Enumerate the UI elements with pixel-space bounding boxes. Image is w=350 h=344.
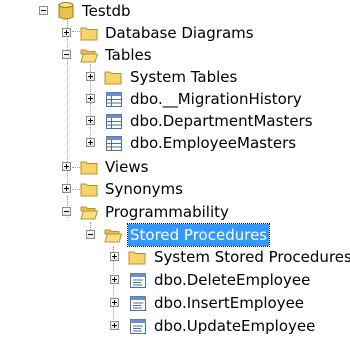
- tree-node-stored-procedure[interactable]: dbo.DeleteEmployee: [0, 269, 350, 291]
- tree-node-label: Database Diagrams: [105, 24, 254, 42]
- tree-node-system-tables[interactable]: System Tables: [0, 66, 350, 88]
- collapse-toggle[interactable]: [39, 6, 48, 15]
- stored-procedure-icon: [130, 295, 146, 317]
- tree-node-label: dbo.__MigrationHistory: [130, 90, 302, 108]
- tree-node-label: Testdb: [82, 2, 131, 20]
- table-icon: [106, 135, 122, 157]
- tree-node-synonyms[interactable]: Synonyms: [0, 178, 350, 200]
- collapse-toggle[interactable]: [62, 50, 71, 59]
- tree-node-table[interactable]: dbo.__MigrationHistory: [0, 88, 350, 110]
- tree-node-label: Views: [105, 158, 149, 176]
- object-explorer-tree: Testdb Database Diagrams Tables System T…: [0, 0, 350, 344]
- tree-node-tables[interactable]: Tables: [0, 44, 350, 66]
- expand-toggle[interactable]: [86, 138, 95, 147]
- tree-node-label: dbo.DepartmentMasters: [130, 112, 313, 130]
- expand-toggle[interactable]: [62, 184, 71, 193]
- expand-toggle[interactable]: [62, 162, 71, 171]
- folder-icon: [128, 249, 146, 271]
- collapse-toggle[interactable]: [86, 230, 95, 239]
- tree-node-stored-procedure[interactable]: dbo.UpdateEmployee: [0, 315, 350, 337]
- tree-node-system-stored-procedures[interactable]: System Stored Procedures: [0, 246, 350, 268]
- tree-node-table[interactable]: dbo.EmployeeMasters: [0, 132, 350, 154]
- tree-node-programmability[interactable]: Programmability: [0, 201, 350, 223]
- stored-procedure-icon: [130, 318, 146, 340]
- tree-node-label-selected: Stored Procedures: [126, 223, 271, 247]
- collapse-toggle[interactable]: [62, 207, 71, 216]
- expand-toggle[interactable]: [86, 116, 95, 125]
- tree-node-table[interactable]: dbo.DepartmentMasters: [0, 110, 350, 132]
- tree-node-label: dbo.InsertEmployee: [154, 294, 305, 312]
- expand-toggle[interactable]: [62, 28, 71, 37]
- folder-icon: [80, 181, 98, 203]
- folder-open-icon: [80, 204, 99, 226]
- tree-node-label: dbo.EmployeeMasters: [130, 134, 297, 152]
- tree-node-label: dbo.DeleteEmployee: [154, 271, 311, 289]
- tree-node-label: System Tables: [130, 68, 238, 86]
- tree-node-testdb[interactable]: Testdb: [0, 0, 350, 22]
- tree-node-database-diagrams[interactable]: Database Diagrams: [0, 22, 350, 44]
- expand-toggle[interactable]: [86, 72, 95, 81]
- tree-node-label: System Stored Procedures: [154, 248, 350, 266]
- tree-node-label: Tables: [105, 46, 152, 64]
- expand-toggle[interactable]: [110, 298, 119, 307]
- expand-toggle[interactable]: [110, 252, 119, 261]
- expand-toggle[interactable]: [86, 94, 95, 103]
- tree-node-stored-procedure[interactable]: dbo.InsertEmployee: [0, 292, 350, 314]
- expand-toggle[interactable]: [110, 275, 119, 284]
- tree-node-stored-procedures[interactable]: Stored Procedures: [0, 223, 350, 247]
- expand-toggle[interactable]: [110, 321, 119, 330]
- tree-node-views[interactable]: Views: [0, 156, 350, 178]
- tree-node-label: dbo.UpdateEmployee: [154, 317, 316, 335]
- stored-procedure-icon: [130, 272, 146, 294]
- tree-node-label: Synonyms: [105, 180, 183, 198]
- tree-node-label: Programmability: [105, 203, 229, 221]
